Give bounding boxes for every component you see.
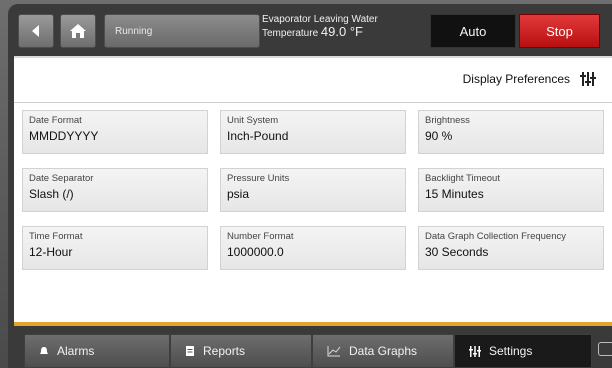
setting-label: Brightness (425, 115, 470, 126)
accent-divider (14, 322, 612, 326)
setting-date-separator[interactable]: Date Separator Slash (/) (22, 168, 208, 212)
home-icon (70, 24, 86, 38)
tab-label: Alarms (57, 344, 95, 358)
auto-button[interactable]: Auto (430, 14, 516, 48)
evaporator-value: 49.0 °F (320, 24, 363, 39)
tab-label: Reports (203, 344, 246, 358)
setting-label: Time Format (29, 231, 83, 242)
tab-label: Data Graphs (349, 344, 418, 358)
evaporator-readout: Evaporator Leaving Water Temperature 49.… (262, 14, 428, 48)
page-title: Display Preferences (463, 72, 596, 86)
sliders-icon (469, 345, 481, 357)
setting-brightness[interactable]: Brightness 90 % (418, 110, 604, 154)
tab-label: Settings (489, 344, 533, 358)
title-divider (14, 102, 612, 103)
setting-backlight-timeout[interactable]: Backlight Timeout 15 Minutes (418, 168, 604, 212)
chat-icon[interactable] (598, 342, 612, 356)
setting-label: Date Separator (29, 173, 94, 184)
setting-value: 1000000.0 (227, 245, 284, 259)
bottom-nav: Alarms Reports Data Graphs Settings (14, 334, 612, 368)
setting-pressure-units[interactable]: Pressure Units psia (220, 168, 406, 212)
chart-icon (327, 346, 341, 357)
setting-value: 12-Hour (29, 245, 73, 259)
setting-value: 90 % (425, 129, 453, 143)
stop-button[interactable]: Stop (519, 14, 600, 48)
top-bar: Running Evaporator Leaving Water Tempera… (8, 4, 612, 54)
page-title-label: Display Preferences (462, 72, 570, 86)
run-status: Running (104, 14, 260, 48)
setting-data-graph-frequency[interactable]: Data Graph Collection Frequency 30 Secon… (418, 226, 604, 270)
setting-label: Data Graph Collection Frequency (425, 231, 566, 242)
back-button[interactable] (18, 14, 54, 48)
tab-reports[interactable]: Reports (170, 334, 312, 368)
setting-label: Date Format (29, 115, 82, 126)
setting-number-format[interactable]: Number Format 1000000.0 (220, 226, 406, 270)
evaporator-prefix: Temperature (262, 28, 319, 39)
tab-settings[interactable]: Settings (454, 334, 592, 368)
sliders-icon (580, 72, 596, 86)
setting-value: MMDDYYYY (29, 129, 99, 143)
home-button[interactable] (60, 14, 96, 48)
setting-unit-system[interactable]: Unit System Inch-Pound (220, 110, 406, 154)
setting-value: Inch-Pound (227, 129, 289, 143)
setting-label: Pressure Units (227, 173, 290, 184)
tab-alarms[interactable]: Alarms (24, 334, 170, 368)
settings-panel: Display Preferences Date Format MMDDYYYY… (14, 56, 612, 324)
tab-data-graphs[interactable]: Data Graphs (312, 334, 454, 368)
setting-label: Unit System (227, 115, 279, 126)
bell-icon (40, 347, 48, 354)
setting-label: Number Format (227, 231, 294, 242)
setting-value: 15 Minutes (425, 187, 484, 201)
setting-time-format[interactable]: Time Format 12-Hour (22, 226, 208, 270)
setting-value: Slash (/) (29, 187, 74, 201)
setting-value: psia (227, 187, 250, 201)
setting-label: Backlight Timeout (425, 173, 500, 184)
back-arrow-icon (32, 25, 39, 37)
document-icon (186, 346, 194, 356)
setting-value: 30 Seconds (425, 245, 489, 259)
setting-date-format[interactable]: Date Format MMDDYYYY (22, 110, 208, 154)
